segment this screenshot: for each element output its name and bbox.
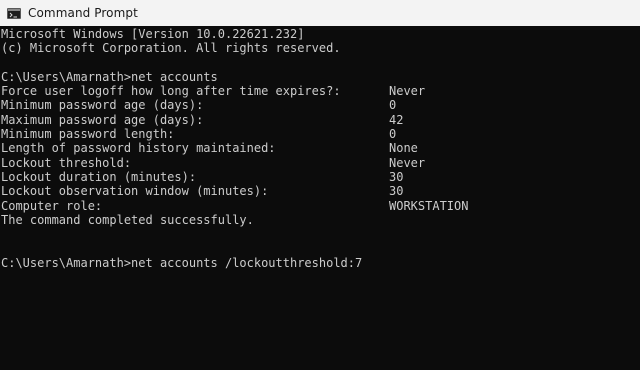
setting-row: Lockout threshold: Never <box>0 156 640 170</box>
setting-value: None <box>389 141 418 156</box>
terminal-icon <box>7 7 21 19</box>
setting-row: Lockout observation window (minutes): 30 <box>0 184 640 198</box>
copyright-line: (c) Microsoft Corporation. All rights re… <box>1 41 341 56</box>
window-title: Command Prompt <box>28 6 138 20</box>
title-bar[interactable]: Command Prompt <box>0 0 640 26</box>
setting-row: Computer role: WORKSTATION <box>0 199 640 213</box>
setting-label: Lockout observation window (minutes): <box>1 184 269 199</box>
command-line-2[interactable]: C:\Users\Amarnath>net accounts /lockoutt… <box>1 256 362 270</box>
console-output[interactable]: Microsoft Windows [Version 10.0.22621.23… <box>0 27 640 370</box>
version-line: Microsoft Windows [Version 10.0.22621.23… <box>1 27 305 41</box>
setting-value: Never <box>389 155 426 170</box>
setting-value: 42 <box>389 112 404 127</box>
setting-value: 0 <box>389 98 397 113</box>
setting-label: Computer role: <box>1 198 103 213</box>
setting-row: Force user logoff how long after time ex… <box>0 84 640 98</box>
setting-label: Lockout duration (minutes): <box>1 169 197 184</box>
setting-value: 0 <box>389 127 397 142</box>
setting-row: Maximum password age (days): 42 <box>0 113 640 127</box>
completion-message: The command completed successfully. <box>1 212 254 227</box>
setting-label: Minimum password length: <box>1 127 175 142</box>
setting-value: Never <box>389 84 426 99</box>
setting-value: 30 <box>389 184 404 199</box>
command-line-1: C:\Users\Amarnath>net accounts <box>1 69 218 84</box>
setting-value: WORKSTATION <box>389 198 469 213</box>
setting-label: Length of password history maintained: <box>1 141 276 156</box>
setting-row: Lockout duration (minutes): 30 <box>0 170 640 184</box>
command-prompt-window: Command Prompt Microsoft Windows [Versio… <box>0 0 640 370</box>
setting-row: Length of password history maintained: N… <box>0 141 640 155</box>
setting-label: Force user logoff how long after time ex… <box>1 84 341 99</box>
setting-row: Minimum password length: 0 <box>0 127 640 141</box>
setting-label: Lockout threshold: <box>1 155 132 170</box>
setting-label: Maximum password age (days): <box>1 112 204 127</box>
setting-row: Minimum password age (days): 0 <box>0 98 640 112</box>
setting-label: Minimum password age (days): <box>1 98 204 113</box>
setting-value: 30 <box>389 169 404 184</box>
